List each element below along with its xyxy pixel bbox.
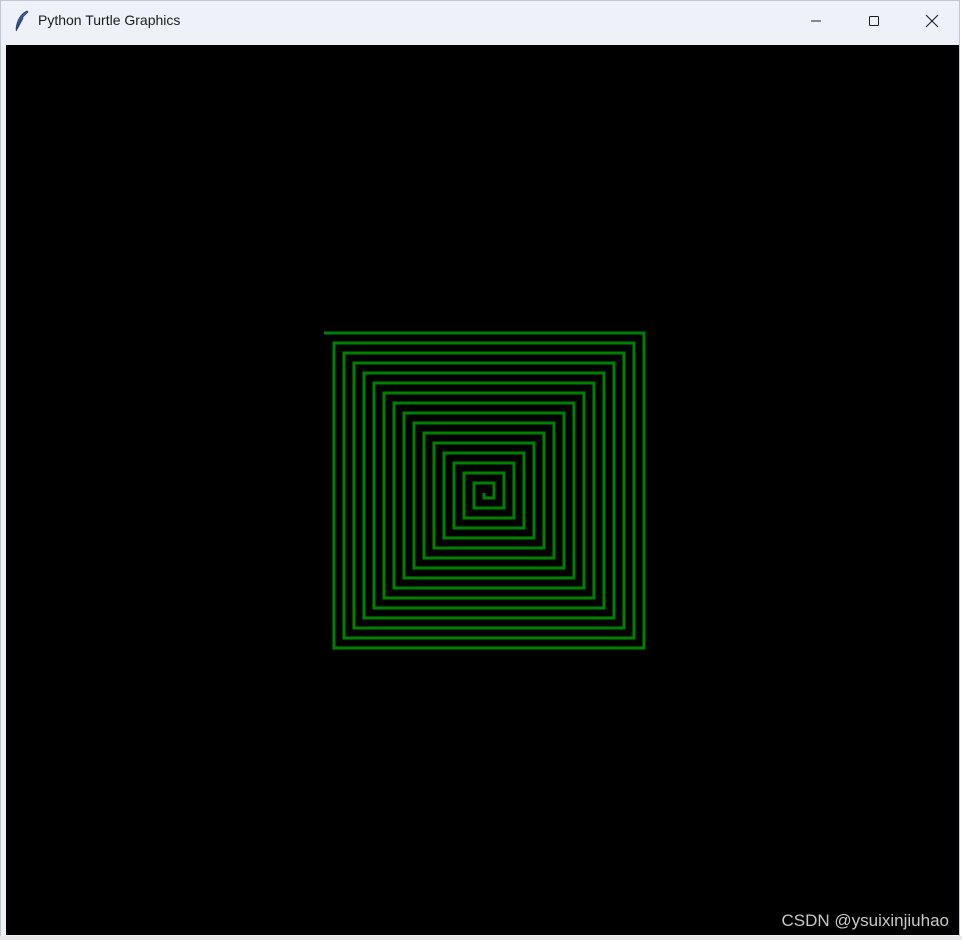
spiral-path: [324, 331, 646, 650]
title-bar[interactable]: Python Turtle Graphics: [1, 1, 959, 41]
minimize-icon: [811, 20, 821, 22]
close-button[interactable]: [903, 1, 961, 41]
minimize-button[interactable]: [787, 1, 845, 41]
window-title: Python Turtle Graphics: [38, 12, 181, 28]
taskbar-edge: [0, 936, 962, 940]
feather-icon: [13, 10, 31, 32]
turtle-window: Python Turtle Graphics CSDN @ysuixinjiuh…: [0, 0, 960, 938]
maximize-icon: [869, 16, 879, 26]
square-spiral-drawing: [324, 331, 646, 650]
close-icon: [925, 14, 939, 28]
maximize-button[interactable]: [845, 1, 903, 41]
turtle-canvas[interactable]: CSDN @ysuixinjiuhao: [6, 45, 959, 935]
watermark: CSDN @ysuixinjiuhao: [781, 911, 950, 930]
